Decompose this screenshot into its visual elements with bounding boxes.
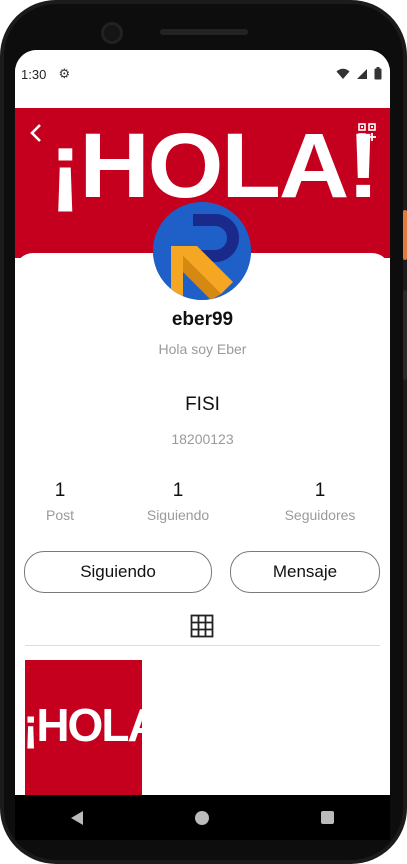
stat-followers-count: 1: [314, 480, 326, 501]
stat-following-count: 1: [172, 480, 184, 501]
stat-followers[interactable]: 1 Seguidores: [260, 480, 380, 523]
power-button: [403, 210, 407, 260]
grid-view-icon[interactable]: [190, 614, 214, 638]
stat-posts-label: Post: [45, 507, 74, 523]
profile-username: eber99: [171, 309, 234, 330]
status-time: 1:30: [21, 66, 47, 82]
banner-brand-logo: ¡HOLA!: [49, 115, 380, 217]
app-screen: 1:30 ⚙ ¡HOLA! eber99 Hola soy Eber FISI …: [15, 50, 390, 835]
status-icons: [336, 67, 382, 80]
cell-signal-icon: [357, 68, 367, 79]
system-nav-bar: [15, 795, 390, 840]
earpiece-speaker: [160, 29, 248, 35]
profile-bio: Hola soy Eber: [158, 341, 247, 357]
message-button[interactable]: Mensaje: [230, 551, 380, 593]
stat-following[interactable]: 1 Siguiendo: [118, 480, 238, 523]
volume-button: [403, 290, 407, 380]
nav-recents-icon[interactable]: [321, 811, 334, 824]
status-bar: 1:30 ⚙: [15, 50, 390, 98]
post-thumbnail[interactable]: ¡HOLA!: [25, 660, 142, 797]
stat-posts-count: 1: [54, 480, 66, 501]
front-camera: [104, 25, 120, 41]
settings-gear-icon: ⚙: [58, 66, 71, 81]
stat-posts[interactable]: 1 Post: [15, 480, 120, 523]
qr-code-add-icon[interactable]: [358, 123, 376, 141]
back-arrow-icon[interactable]: [25, 122, 49, 146]
tab-divider: [25, 645, 380, 646]
profile-student-code: 18200123: [171, 431, 234, 447]
phone-frame: 1:30 ⚙ ¡HOLA! eber99 Hola soy Eber FISI …: [0, 0, 407, 864]
wifi-icon: [336, 68, 350, 79]
avatar-logo-icon: [153, 202, 251, 300]
avatar[interactable]: [153, 202, 251, 300]
following-button[interactable]: Siguiendo: [24, 551, 212, 593]
nav-home-icon[interactable]: [195, 810, 209, 825]
stat-followers-label: Seguidores: [284, 507, 356, 523]
post-brand-logo: ¡HOLA!: [25, 699, 142, 751]
stat-following-label: Siguiendo: [146, 507, 210, 523]
battery-icon: [374, 67, 382, 80]
nav-back-icon[interactable]: [71, 810, 83, 825]
profile-school: FISI: [185, 394, 220, 415]
